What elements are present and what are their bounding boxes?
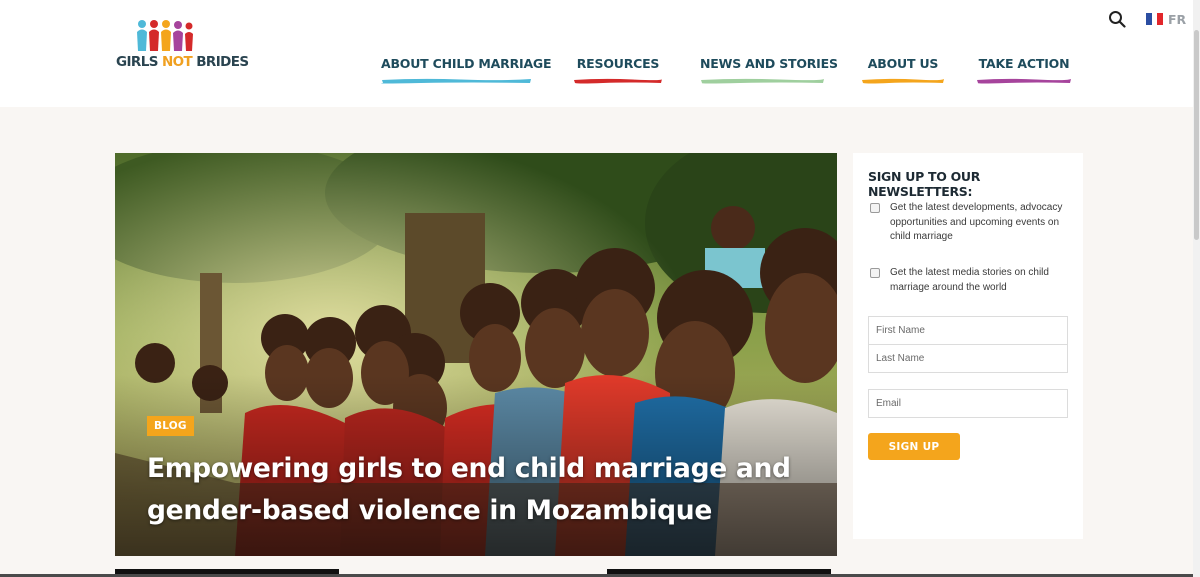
brush-underline (977, 78, 1071, 84)
brush-underline (574, 78, 663, 84)
last-name-field[interactable] (868, 344, 1068, 373)
nav-take-action[interactable]: TAKE ACTION (976, 56, 1072, 88)
scrollbar-thumb[interactable] (1194, 30, 1199, 240)
newsletter-panel: SIGN UP TO OUR NEWSLETTERS: Get the late… (853, 153, 1083, 539)
nav-label: TAKE ACTION (978, 56, 1070, 71)
first-name-field[interactable] (868, 316, 1068, 345)
logo-word-brides: BRIDES (196, 54, 249, 70)
language-switcher[interactable]: FR (1146, 11, 1186, 27)
brush-underline (862, 78, 944, 84)
brush-underline (701, 78, 824, 84)
language-code: FR (1168, 11, 1187, 27)
nav-label: ABOUT US (867, 56, 939, 71)
checkbox[interactable] (870, 268, 880, 278)
logo-figures-icon (137, 20, 193, 51)
brush-underline (381, 78, 531, 84)
newsletter-option-media[interactable]: Get the latest media stories on child ma… (870, 266, 1070, 295)
nav-resources[interactable]: RESOURCES (573, 56, 663, 88)
newsletter-title: SIGN UP TO OUR NEWSLETTERS: (868, 169, 981, 199)
newsletter-option-developments[interactable]: Get the latest developments, advocacy op… (870, 201, 1070, 245)
hero-featured-story[interactable]: BLOG Empowering girls to end child marri… (115, 153, 837, 556)
nav-label: ABOUT CHILD MARRIAGE (381, 56, 552, 71)
site-header: GIRLS NOT BRIDES FR ABOUT CHILD MARRIAGE… (0, 0, 1200, 107)
logo-word-girls: GIRLS (116, 54, 158, 70)
option-label: Get the latest media stories on child ma… (890, 267, 1049, 293)
sign-up-button[interactable]: SIGN UP (868, 433, 960, 460)
checkbox[interactable] (870, 203, 880, 213)
nav-label: NEWS AND STORIES (700, 56, 838, 71)
email-field[interactable] (868, 389, 1068, 418)
nav-about-us[interactable]: ABOUT US (861, 56, 945, 88)
hero-title[interactable]: Empowering girls to end child marriage a… (147, 448, 807, 532)
search-icon[interactable] (1108, 10, 1126, 28)
logo-wordmark: GIRLS NOT BRIDES (116, 54, 249, 70)
option-label: Get the latest developments, advocacy op… (890, 202, 1063, 242)
logo-word-not: NOT (161, 54, 193, 70)
french-flag-icon (1146, 13, 1164, 25)
girls-not-brides-logo[interactable]: GIRLS NOT BRIDES (116, 19, 249, 71)
nav-label: RESOURCES (576, 56, 660, 71)
category-badge[interactable]: BLOG (147, 416, 194, 436)
nav-about-child-marriage[interactable]: ABOUT CHILD MARRIAGE (381, 56, 552, 88)
nav-news-and-stories[interactable]: NEWS AND STORIES (700, 56, 838, 88)
